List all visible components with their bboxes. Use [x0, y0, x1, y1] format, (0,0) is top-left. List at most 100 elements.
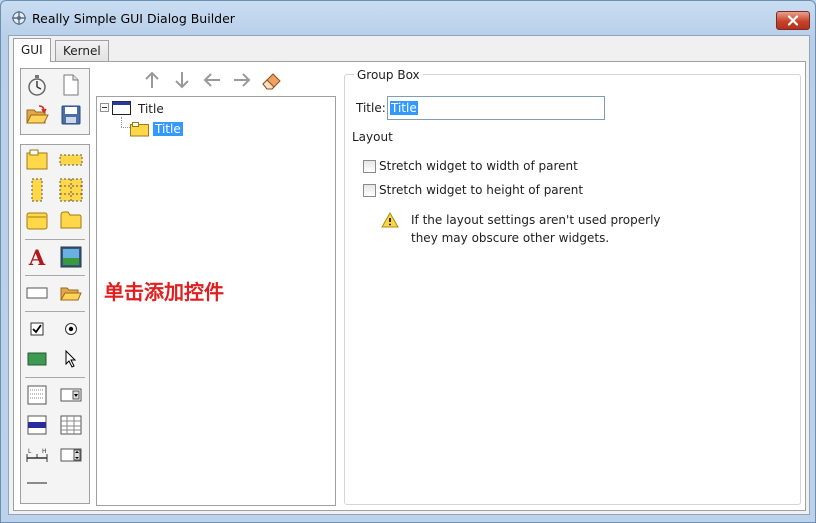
label-icon: A: [28, 246, 46, 268]
add-tabwidget-button[interactable]: [59, 208, 83, 232]
tree-root-label[interactable]: Title: [138, 102, 164, 116]
file-picker-icon: [60, 287, 82, 301]
warning-line-2: they may obscure other widgets.: [411, 231, 610, 245]
layout-warning: If the layout settings aren't used prope…: [411, 211, 661, 247]
svg-text:A: A: [28, 246, 46, 268]
arrow-down-icon: [175, 72, 189, 89]
stretch-width-label[interactable]: Stretch widget to width of parent: [379, 159, 578, 173]
tree-connector: [121, 127, 130, 129]
eraser-icon: [262, 73, 281, 90]
new-file-icon: [63, 74, 79, 96]
tree-connector: [121, 117, 123, 127]
separator-icon: [27, 482, 47, 484]
open-button[interactable]: [25, 103, 49, 127]
table-icon: [60, 415, 82, 435]
app-window: Really Simple GUI Dialog Builder GUI Ker…: [0, 0, 816, 523]
image-icon: [60, 246, 82, 268]
spinbox-icon: [60, 448, 82, 462]
add-table-button[interactable]: [59, 413, 83, 437]
progressbar-icon: [27, 415, 47, 435]
grid-layout-icon: [59, 178, 83, 202]
toolbox-separator: [25, 311, 85, 312]
delete-button[interactable]: [260, 68, 284, 92]
window-node-icon: [112, 101, 131, 115]
timer-icon: [28, 75, 46, 96]
cursor-icon: [65, 350, 77, 368]
move-down-button[interactable]: [170, 68, 194, 92]
add-label-button[interactable]: A: [25, 245, 49, 269]
add-lineedit-button[interactable]: [25, 281, 49, 305]
save-icon: [61, 105, 81, 125]
add-listbox-button[interactable]: [25, 383, 49, 407]
pointer-button[interactable]: [59, 347, 83, 371]
checkbox-icon: [30, 322, 44, 336]
svg-text:L: L: [28, 448, 32, 455]
add-image-button[interactable]: [59, 245, 83, 269]
stretch-height-label[interactable]: Stretch widget to height of parent: [379, 183, 583, 197]
add-checkbox-button[interactable]: [25, 317, 49, 341]
toolbox-separator: [25, 239, 85, 240]
title-bar[interactable]: Really Simple GUI Dialog Builder: [1, 1, 815, 35]
file-toolbox: [20, 68, 90, 135]
tab-gui[interactable]: GUI: [13, 38, 51, 62]
collapse-toggle-icon[interactable]: [100, 103, 110, 113]
title-label: Title:: [356, 101, 386, 115]
groupbox-node-icon: [130, 122, 149, 137]
tree-child-label[interactable]: Title: [153, 122, 183, 136]
button-icon: [27, 352, 47, 366]
add-spinbox-button[interactable]: [59, 443, 83, 467]
add-filepicker-button[interactable]: [59, 281, 83, 305]
add-separator-button[interactable]: [25, 471, 49, 495]
folder-tab-icon: [26, 212, 48, 230]
line-edit-icon: [26, 287, 48, 299]
add-slider-button[interactable]: L H: [25, 443, 49, 467]
stretch-height-checkbox[interactable]: [363, 184, 376, 197]
timer-button[interactable]: [25, 73, 49, 97]
groupbox-icon: [26, 149, 48, 170]
frame-icon: [59, 154, 83, 166]
stretch-width-checkbox[interactable]: [363, 160, 376, 173]
arrow-up-icon: [145, 71, 159, 88]
window-title: Really Simple GUI Dialog Builder: [32, 11, 235, 26]
toolbox-separator: [25, 377, 85, 378]
svg-text:H: H: [42, 448, 47, 455]
move-right-button[interactable]: [230, 68, 254, 92]
add-button-button[interactable]: [25, 347, 49, 371]
tab-folder-icon: [60, 211, 82, 229]
combobox-icon: [60, 388, 82, 402]
hint-text: 单击添加控件: [104, 280, 224, 304]
app-icon: [12, 11, 26, 25]
move-left-button[interactable]: [200, 68, 224, 92]
warning-icon: [381, 212, 399, 228]
add-vertical-frame-button[interactable]: [25, 178, 49, 202]
properties-groupbox: [344, 74, 801, 505]
arrow-left-icon: [203, 73, 220, 87]
close-icon: [787, 15, 799, 26]
properties-title: Group Box: [354, 68, 423, 82]
save-button[interactable]: [59, 103, 83, 127]
layout-label: Layout: [352, 130, 393, 144]
warning-line-1: If the layout settings aren't used prope…: [411, 213, 661, 227]
title-input[interactable]: Title: [387, 96, 605, 120]
new-file-button[interactable]: [59, 73, 83, 97]
add-tab-button[interactable]: [25, 208, 49, 232]
add-radiobutton-button[interactable]: [59, 317, 83, 341]
move-up-button[interactable]: [140, 68, 164, 92]
arrow-right-icon: [234, 73, 251, 87]
tab-kernel[interactable]: Kernel: [55, 40, 109, 61]
slider-icon: L H: [26, 448, 48, 462]
listbox-icon: [27, 385, 47, 405]
title-input-value: Title: [390, 101, 418, 115]
add-combobox-button[interactable]: [59, 383, 83, 407]
widget-toolbox: A L H: [20, 144, 90, 504]
client-area: GUI Kernel A L H Title Title 单击添加控件 Grou…: [8, 35, 810, 515]
vertical-frame-icon: [31, 178, 43, 202]
add-grid-button[interactable]: [59, 178, 83, 202]
open-folder-icon: [26, 105, 49, 124]
close-button[interactable]: [776, 11, 810, 30]
gui-tab-panel: A L H Title Title 单击添加控件 Group Box Title…: [13, 61, 806, 511]
add-frame-button[interactable]: [59, 148, 83, 172]
toolbox-separator: [25, 275, 85, 276]
add-groupbox-button[interactable]: [25, 148, 49, 172]
add-progressbar-button[interactable]: [25, 413, 49, 437]
